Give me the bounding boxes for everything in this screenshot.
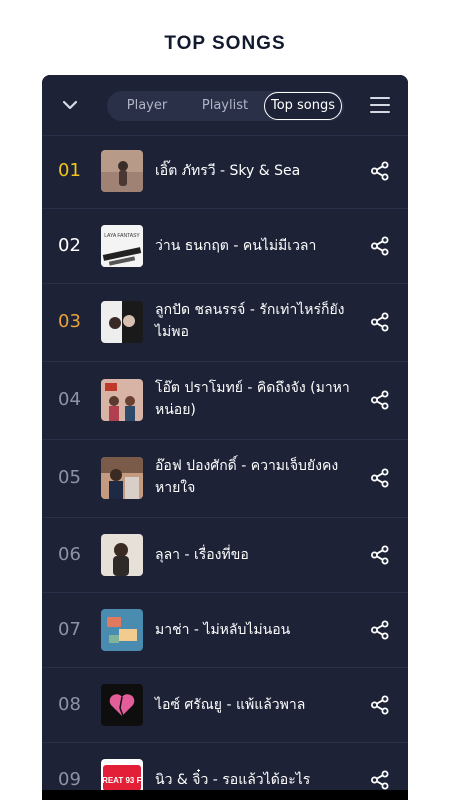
share-icon[interactable] <box>370 236 390 256</box>
song-rank: 09 <box>58 769 81 790</box>
share-icon[interactable] <box>370 312 390 332</box>
tab-bar: Player Playlist Top songs <box>107 91 344 121</box>
song-rank: 02 <box>58 235 81 256</box>
song-title: นิว & จิ๋ว - รอแล้วได้อะไร <box>155 772 311 788</box>
tab-top-songs[interactable]: Top songs <box>264 92 342 120</box>
list-item[interactable]: 04 โอ๊ต ปราโมทย์ - คิดถึงจัง (มาหาหน่อย) <box>42 362 408 440</box>
song-rank: 03 <box>58 311 81 332</box>
song-title: มาช่า - ไม่หลับไม่นอน <box>155 622 291 638</box>
song-title: ลูกปัด ชลนรรจ์ - รักเท่าไหร่ก็ยังไม่พอ <box>155 302 345 340</box>
svg-text:GREAT 93 FM: GREAT 93 FM <box>101 776 143 785</box>
top-bar: Player Playlist Top songs <box>42 75 408 136</box>
song-cover <box>101 534 143 576</box>
song-cover: LAYA FANTASY <box>101 225 143 267</box>
page-title: TOP SONGS <box>164 33 286 54</box>
song-cover <box>101 457 143 499</box>
list-item[interactable]: 01 เอิ๊ต ภัทรวี - Sky & Sea <box>42 135 408 209</box>
song-title: อ๊อฟ ปองศักดิ์ - ความเจ็บยังคงหายใจ <box>155 458 339 496</box>
chevron-down-icon[interactable] <box>60 95 80 115</box>
player-panel: Player Playlist Top songs 01 เอิ๊ต ภัทรว… <box>42 75 408 800</box>
list-item[interactable]: 07 มาช่า - ไม่หลับไม่นอน <box>42 593 408 668</box>
song-rank: 04 <box>58 389 81 410</box>
list-item[interactable]: 02 LAYA FANTASY ว่าน ธนกฤต - คนไม่มีเวลา <box>42 209 408 284</box>
share-icon[interactable] <box>370 620 390 640</box>
bottom-bar <box>42 790 408 800</box>
share-icon[interactable] <box>370 545 390 565</box>
song-rank: 01 <box>58 160 81 181</box>
list-item[interactable]: 03 ลูกปัด ชลนรรจ์ - รักเท่าไหร่ก็ยังไม่พ… <box>42 284 408 362</box>
share-icon[interactable] <box>370 468 390 488</box>
menu-icon[interactable] <box>370 97 390 113</box>
song-title: ลุลา - เรื่องที่ขอ <box>155 547 249 563</box>
song-cover <box>101 301 143 343</box>
tab-playlist[interactable]: Playlist <box>187 91 263 121</box>
song-title: ว่าน ธนกฤต - คนไม่มีเวลา <box>155 238 317 254</box>
song-list: 01 เอิ๊ต ภัทรวี - Sky & Sea 02 LAYA FANT… <box>42 135 408 800</box>
song-cover <box>101 684 143 726</box>
share-icon[interactable] <box>370 390 390 410</box>
list-item[interactable]: 06 ลุลา - เรื่องที่ขอ <box>42 518 408 593</box>
song-rank: 06 <box>58 544 81 565</box>
song-title: ไอซ์ ศรัณยู - แพ้แล้วพาล <box>155 697 306 713</box>
song-cover <box>101 150 143 192</box>
song-rank: 08 <box>58 694 81 715</box>
song-title: โอ๊ต ปราโมทย์ - คิดถึงจัง (มาหาหน่อย) <box>155 380 350 418</box>
list-item[interactable]: 05 อ๊อฟ ปองศักดิ์ - ความเจ็บยังคงหายใจ <box>42 440 408 518</box>
song-rank: 07 <box>58 619 81 640</box>
song-title: เอิ๊ต ภัทรวี - Sky & Sea <box>155 163 301 179</box>
song-rank: 05 <box>58 467 81 488</box>
share-icon[interactable] <box>370 161 390 181</box>
list-item[interactable]: 08 ไอซ์ ศรัณยู - แพ้แล้วพาล <box>42 668 408 743</box>
tab-player[interactable]: Player <box>111 91 183 121</box>
song-cover <box>101 379 143 421</box>
share-icon[interactable] <box>370 770 390 790</box>
song-cover <box>101 609 143 651</box>
share-icon[interactable] <box>370 695 390 715</box>
svg-text:LAYA FANTASY: LAYA FANTASY <box>104 233 140 239</box>
